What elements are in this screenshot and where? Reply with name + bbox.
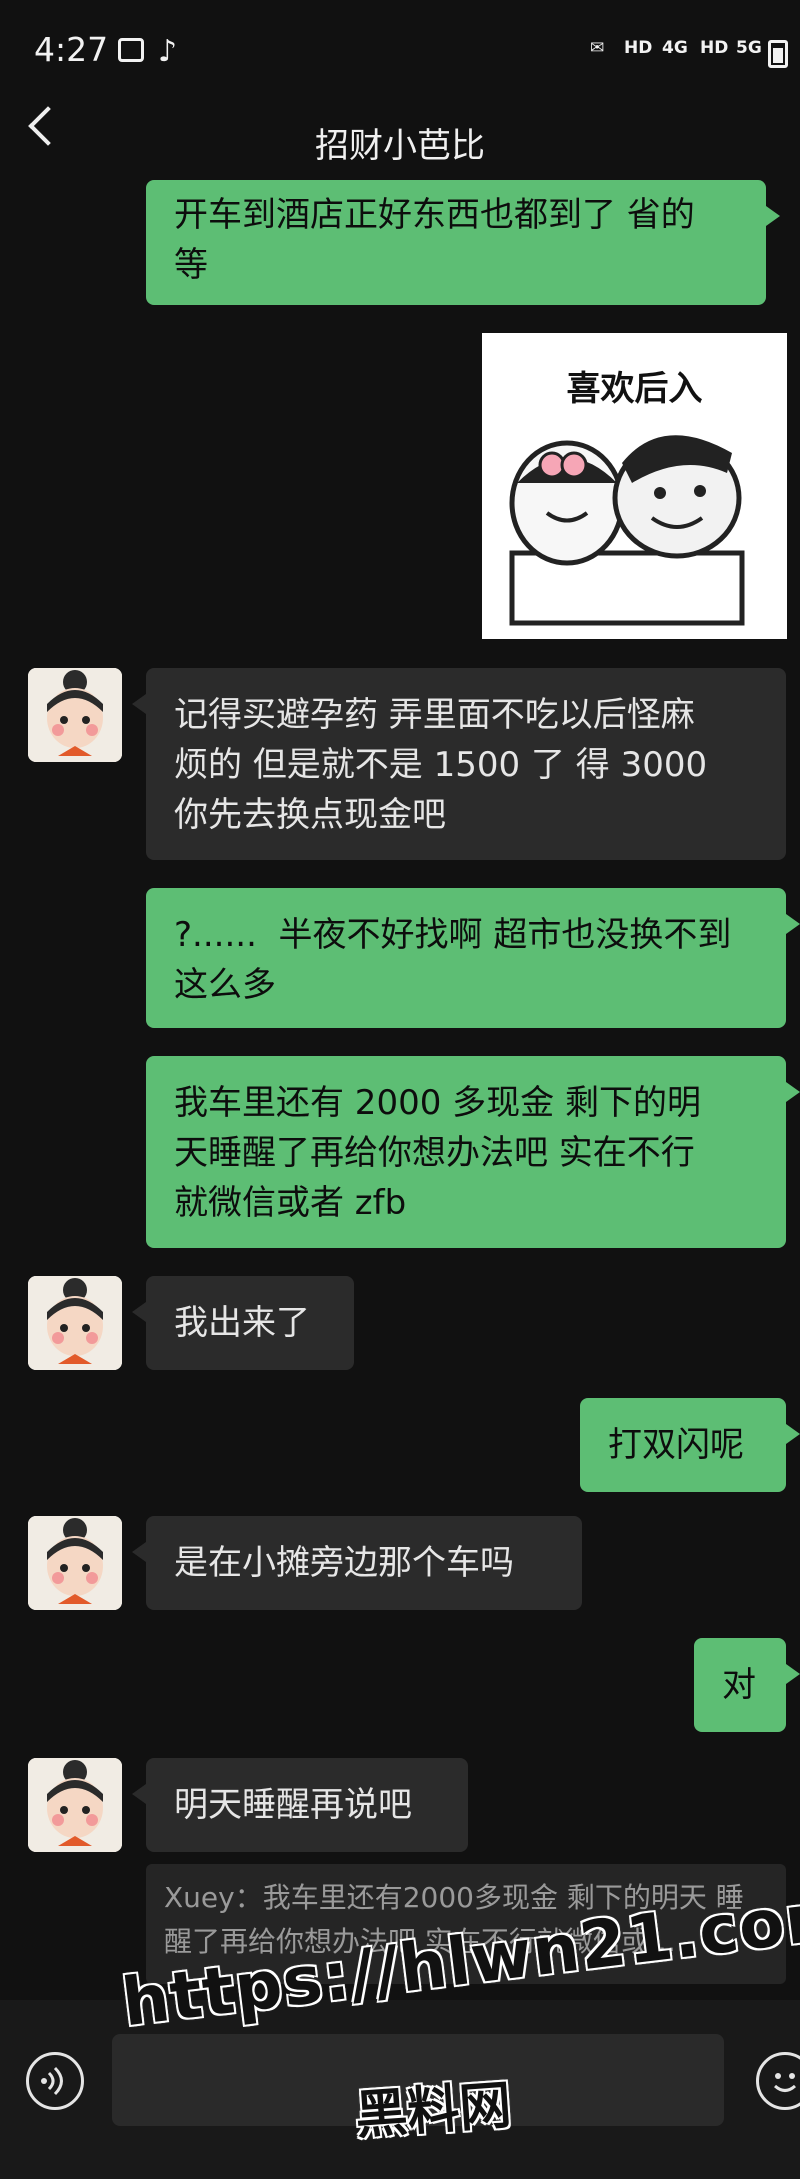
- chat-title: 招财小芭比: [315, 126, 485, 166]
- voice-icon[interactable]: [26, 2052, 84, 2110]
- avatar[interactable]: [28, 1516, 122, 1610]
- watermark-name: 黑料网: [352, 2075, 514, 2148]
- message-bubble-incoming[interactable]: 是在小摊旁边那个车吗: [132, 1516, 582, 1610]
- battery-icon: [768, 40, 788, 68]
- gallery-icon: [118, 38, 144, 62]
- network-hd-2: HD: [700, 38, 729, 58]
- message-bubble-incoming[interactable]: 我出来了: [132, 1276, 354, 1370]
- smiley-icon: [773, 2073, 797, 2092]
- avatar[interactable]: [28, 668, 122, 762]
- avatar-girl-icon: [28, 1276, 122, 1370]
- voice-waves-icon: [41, 2066, 63, 2096]
- message-bubble-incoming[interactable]: 明天睡醒再说吧: [132, 1758, 468, 1852]
- tiktok-icon: ♪: [158, 34, 178, 69]
- message-bubble-outgoing[interactable]: 我车里还有 2000 多现金 剩下的明 天睡醒了再给你想办法吧 实在不行 就微信…: [146, 1056, 800, 1248]
- avatar-girl-icon: [28, 1758, 122, 1852]
- message-bubble-outgoing[interactable]: 开车到酒店正好东西也都到了 省的 等: [146, 180, 780, 305]
- message-notification-icon: ✉: [590, 38, 605, 58]
- emoji-icon[interactable]: [756, 2052, 800, 2110]
- avatar[interactable]: [28, 1276, 122, 1370]
- sticker-cartoon-icon: [509, 435, 745, 626]
- message-bubble-outgoing[interactable]: 对: [694, 1638, 800, 1732]
- avatar[interactable]: [28, 1758, 122, 1852]
- network-4g: 4G: [662, 38, 688, 58]
- network-5g: 5G: [736, 38, 762, 58]
- message-bubble-incoming[interactable]: 记得买避孕药 弄里面不吃以后怪麻 烦的 但是就不是 1500 了 得 3000 …: [132, 668, 786, 860]
- message-bubble-outgoing[interactable]: ?...... 半夜不好找啊 超市也没换不到 这么多: [146, 888, 800, 1028]
- network-hd-1: HD: [624, 38, 653, 58]
- message-bubble-outgoing[interactable]: 打双闪呢: [580, 1398, 800, 1492]
- sticker-image[interactable]: 喜欢后入: [482, 333, 787, 639]
- avatar-girl-icon: [28, 668, 122, 762]
- avatar-girl-icon: [28, 1516, 122, 1610]
- status-time: 4:27: [34, 30, 109, 69]
